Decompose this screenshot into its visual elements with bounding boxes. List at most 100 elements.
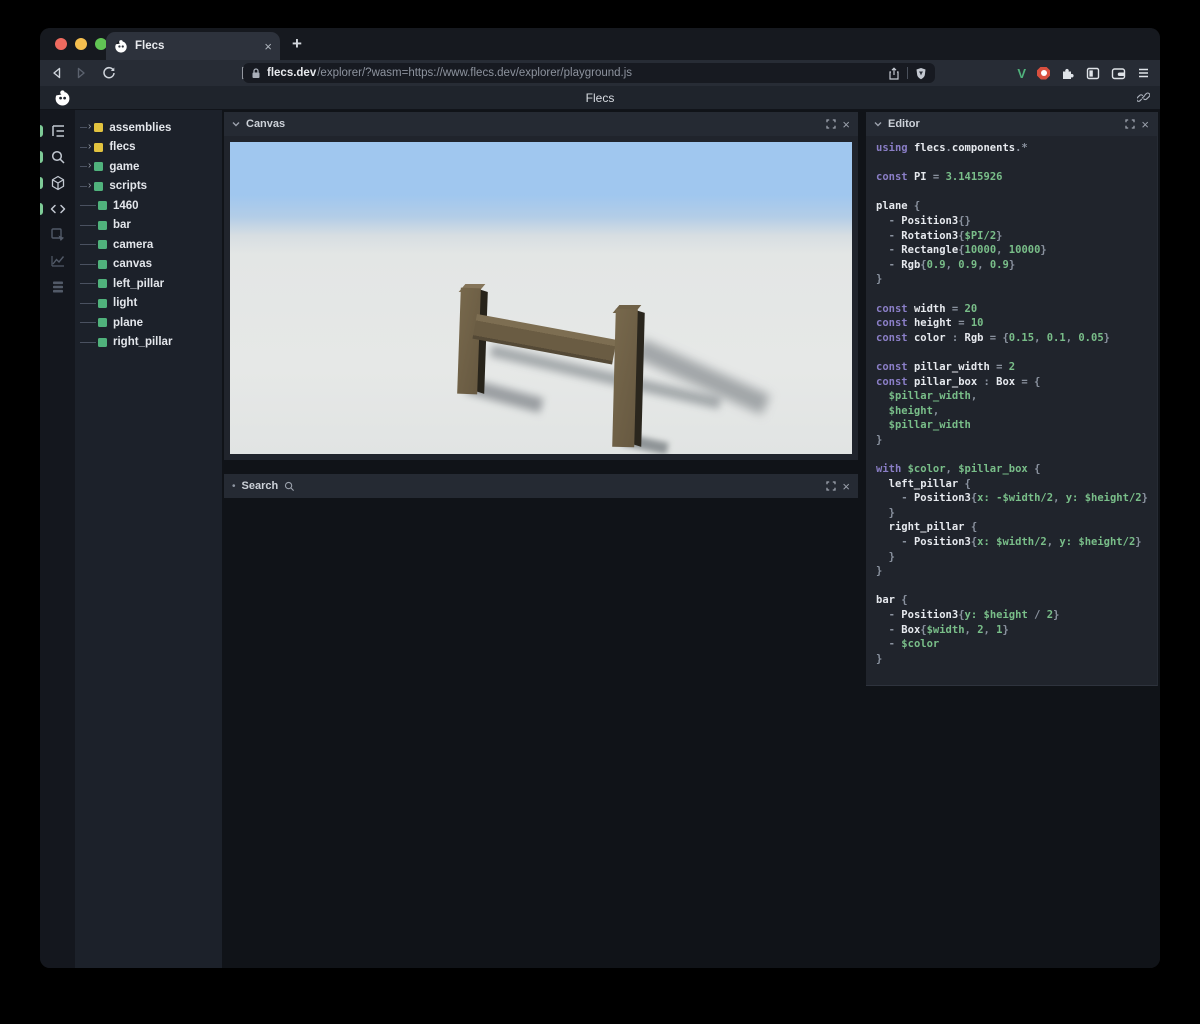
tab-close-icon[interactable]: × <box>264 39 272 54</box>
collapsed-indicator[interactable]: • <box>232 481 236 492</box>
forward-icon[interactable] <box>74 66 88 80</box>
tree-guide <box>80 224 96 226</box>
tree-guide <box>80 146 87 148</box>
code-line: - $color <box>876 638 940 651</box>
rail-item-stats-chart[interactable] <box>40 248 75 274</box>
tree-item-scripts[interactable]: › scripts <box>75 177 222 197</box>
browser-tab[interactable]: Flecs × <box>106 32 280 60</box>
code-line: - Position3{y: $height / 2} <box>876 609 1060 621</box>
tree-guide <box>80 283 96 285</box>
rail-item-inspect[interactable] <box>40 222 75 248</box>
code-line: } <box>876 433 883 446</box>
code-line: with $color, $pillar_box { <box>876 463 1041 476</box>
code-line: const pillar_width = 2 <box>876 360 1016 373</box>
sidebar-toggle-icon[interactable] <box>1086 67 1100 80</box>
entity-tree: › assemblies › flecs › game › scripts 1460 bar cam… <box>75 110 222 968</box>
reload-icon[interactable] <box>102 66 116 80</box>
rail-item-entities-cube[interactable] <box>40 170 75 196</box>
share-icon[interactable] <box>888 66 900 80</box>
extensions-puzzle-icon[interactable] <box>1061 66 1075 80</box>
tree-item-right_pillar[interactable]: right_pillar <box>75 333 222 353</box>
tree-item-plane[interactable]: plane <box>75 313 222 333</box>
tree-item-game[interactable]: › game <box>75 157 222 177</box>
tree-item-canvas[interactable]: canvas <box>75 255 222 275</box>
editor-panel: Editor × using flecs.components.* const … <box>866 112 1158 686</box>
code-line: const width = 20 <box>876 302 978 315</box>
expand-chevron-icon[interactable]: › <box>88 121 91 132</box>
tree-item-label: light <box>113 297 138 310</box>
brave-shield-icon[interactable] <box>915 67 927 80</box>
tree-item-label: scripts <box>109 180 148 193</box>
canvas-panel-header[interactable]: Canvas × <box>224 112 858 136</box>
entity-color-square <box>94 162 104 172</box>
expand-chevron-icon[interactable]: › <box>88 180 91 191</box>
tree-guide <box>80 185 87 187</box>
tree-item-light[interactable]: light <box>75 294 222 314</box>
entity-color-square <box>98 259 107 269</box>
page-title: Flecs <box>585 90 615 105</box>
code-line: left_pillar { <box>876 477 971 490</box>
search-panel-title: Search <box>241 480 279 492</box>
tree-guide <box>80 302 96 304</box>
entity-color-square <box>98 337 107 347</box>
code-line: } <box>876 652 883 665</box>
search-icon <box>284 481 820 492</box>
rail-item-search[interactable] <box>40 144 75 170</box>
tree-item-flecs[interactable]: › flecs <box>75 138 222 158</box>
code-line: - Position3{x: $width/2, y: $height/2} <box>876 536 1142 549</box>
chevron-down-icon[interactable] <box>232 121 240 127</box>
tab-strip: Flecs × + <box>40 28 1160 60</box>
close-panel-icon[interactable]: × <box>842 480 850 493</box>
wallet-icon[interactable] <box>1111 67 1126 80</box>
expand-chevron-icon[interactable]: › <box>88 141 91 152</box>
rail-item-outline-tree[interactable] <box>40 118 75 144</box>
tree-item-label: bar <box>113 219 131 232</box>
search-panel-header[interactable]: • Search × <box>224 474 858 498</box>
code-line: using flecs.components.* <box>876 142 1028 154</box>
editor-code[interactable]: using flecs.components.* const PI = 3.14… <box>866 136 1157 685</box>
entity-color-square <box>98 220 107 230</box>
code-icon <box>50 204 65 214</box>
fullscreen-icon[interactable] <box>1125 119 1136 129</box>
tree-item-assemblies[interactable]: › assemblies <box>75 118 222 138</box>
blocker-extension-icon[interactable] <box>1037 66 1050 80</box>
new-tab-button[interactable]: + <box>292 34 302 54</box>
code-line: } <box>876 550 895 563</box>
tree-item-label: camera <box>113 238 154 251</box>
traffic-minimize-button[interactable] <box>75 38 87 50</box>
permalink-icon[interactable] <box>1137 91 1150 104</box>
tree-item-camera[interactable]: camera <box>75 235 222 255</box>
menu-icon[interactable] <box>1137 67 1150 79</box>
tree-item-left_pillar[interactable]: left_pillar <box>75 274 222 294</box>
code-line: const height = 10 <box>876 317 984 330</box>
url-domain: flecs.dev <box>267 67 317 79</box>
expand-chevron-icon[interactable]: › <box>88 160 91 171</box>
back-icon[interactable] <box>50 66 64 80</box>
activity-rail <box>40 110 75 968</box>
close-panel-icon[interactable]: × <box>1141 118 1149 131</box>
rail-item-code[interactable] <box>40 196 75 222</box>
traffic-close-button[interactable] <box>55 38 67 50</box>
right-pillar <box>612 308 638 448</box>
fullscreen-icon[interactable] <box>826 119 837 129</box>
tree-item-1460[interactable]: 1460 <box>75 196 222 216</box>
rail-item-queries-rows[interactable] <box>40 274 75 300</box>
tree-item-label: flecs <box>109 141 136 154</box>
vue-devtools-icon[interactable]: V <box>1017 66 1026 81</box>
entities-cube-icon <box>51 175 64 191</box>
inspect-icon <box>50 228 64 241</box>
editor-panel-header[interactable]: Editor × <box>866 112 1157 136</box>
canvas-3d-scene[interactable] <box>230 142 852 454</box>
entity-color-square <box>98 318 107 328</box>
tree-item-bar[interactable]: bar <box>75 216 222 236</box>
url-bar[interactable]: flecs.dev /explorer/?wasm=https://www.fl… <box>243 63 935 83</box>
close-panel-icon[interactable]: × <box>842 118 850 131</box>
chevron-down-icon[interactable] <box>874 121 882 127</box>
tree-item-label: 1460 <box>113 199 139 212</box>
browser-window: Flecs × + flecs.dev /explorer/?wasm=http… <box>40 28 1160 968</box>
tree-guide <box>80 166 87 168</box>
fullscreen-icon[interactable] <box>826 481 837 491</box>
tree-item-label: canvas <box>113 258 153 271</box>
